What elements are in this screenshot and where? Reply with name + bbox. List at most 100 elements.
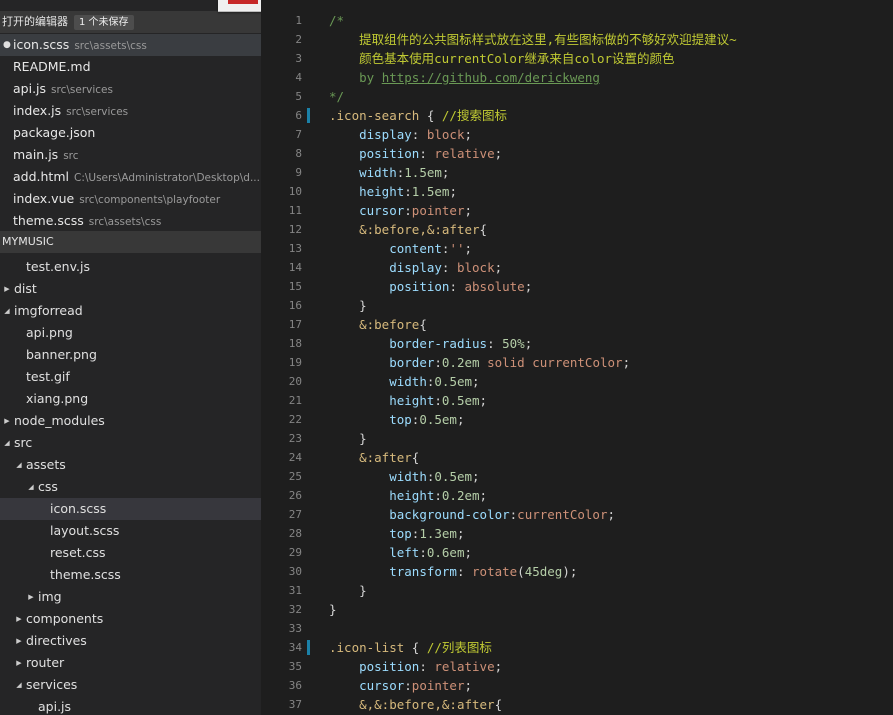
tree-item[interactable]: icon.scss [0, 498, 261, 520]
code-line[interactable]: 5 */ [261, 87, 893, 106]
code-line[interactable]: 28 top:1.3em; [261, 524, 893, 543]
code-line[interactable]: 27 background-color:currentColor; [261, 505, 893, 524]
code-text: position: relative; [329, 144, 502, 163]
line-number: 29 [288, 546, 302, 559]
open-editor-item[interactable]: index.js src\services [0, 100, 261, 122]
open-editor-item[interactable]: api.js src\services [0, 78, 261, 100]
tree-item[interactable]: ▶ dist [0, 278, 261, 300]
open-editor-item[interactable]: package.json [0, 122, 261, 144]
code-token: height [389, 393, 435, 408]
code-token: &,&:before,&:after [359, 697, 495, 712]
tree-item[interactable]: ▶ directives [0, 630, 261, 652]
code-line[interactable]: 22 top:0.5em; [261, 410, 893, 429]
close-button[interactable] [228, 0, 258, 4]
code-line[interactable]: 9 width:1.5em; [261, 163, 893, 182]
code-line[interactable]: 23 } [261, 429, 893, 448]
code-line[interactable]: 25 width:0.5em; [261, 467, 893, 486]
chevron-right-icon[interactable]: ▶ [2, 410, 12, 432]
code-token: { [494, 697, 503, 712]
code-line[interactable]: 18 border-radius: 50%; [261, 334, 893, 353]
tree-item[interactable]: test.env.js [0, 256, 261, 278]
code-line[interactable]: 4 by https://github.com/derickweng [261, 68, 893, 87]
code-line[interactable]: 3 颜色基本使用currentColor继承来自color设置的颜色 [261, 49, 893, 68]
tree-item[interactable]: ◢ assets [0, 454, 261, 476]
open-editor-item[interactable]: main.js src [0, 144, 261, 166]
open-editor-item[interactable]: ● icon.scss src\assets\css [0, 34, 261, 56]
tree-item-label: components [26, 611, 104, 626]
tree-item[interactable]: xiang.png [0, 388, 261, 410]
code-token: ; [456, 412, 465, 427]
code-line[interactable]: 6 .icon-search { //搜索图标 [261, 106, 893, 125]
code-token: absolute [464, 279, 525, 294]
code-token: 0.5em [434, 469, 473, 484]
tree-item[interactable]: test.gif [0, 366, 261, 388]
chevron-right-icon[interactable]: ▶ [26, 586, 36, 608]
tree-item[interactable]: ◢ imgforread [0, 300, 261, 322]
code-line[interactable]: 35 position: relative; [261, 657, 893, 676]
code-line[interactable]: 12 &:before,&:after{ [261, 220, 893, 239]
chevron-down-icon[interactable]: ◢ [2, 300, 12, 322]
code-line[interactable]: 13 content:''; [261, 239, 893, 258]
chevron-right-icon[interactable]: ▶ [14, 652, 24, 674]
open-editor-item[interactable]: add.html C:\Users\Administrator\Desktop\d… [0, 166, 261, 188]
code-line[interactable]: 32} [261, 600, 893, 619]
code-line[interactable]: 36 cursor:pointer; [261, 676, 893, 695]
open-editor-item[interactable]: README.md [0, 56, 261, 78]
chevron-down-icon[interactable]: ◢ [26, 476, 36, 498]
code-editor[interactable]: 1/* 2 提取组件的公共图标样式放在这里,有些图标做的不够好欢迎提建议~ 3 颜色… [261, 0, 893, 715]
code-line[interactable]: 33 [261, 619, 893, 638]
open-editor-item[interactable]: index.vue src\components\playfooter [0, 188, 261, 210]
open-editor-item[interactable]: theme.scss src\assets\css [0, 210, 261, 232]
code-line[interactable]: 37 &,&:before,&:after{ [261, 695, 893, 714]
tree-item[interactable]: ▶ components [0, 608, 261, 630]
code-line[interactable]: 29 left:0.6em; [261, 543, 893, 562]
code-text: .icon-list { //列表图标 [329, 638, 492, 657]
tree-item[interactable]: ▶ node_modules [0, 410, 261, 432]
tree-item[interactable]: api.png [0, 322, 261, 344]
code-line[interactable]: 26 height:0.2em; [261, 486, 893, 505]
chevron-right-icon[interactable]: ▶ [2, 278, 12, 300]
tree-item[interactable]: ▶ img [0, 586, 261, 608]
tree-item[interactable]: theme.scss [0, 564, 261, 586]
code-line[interactable]: 2 提取组件的公共图标样式放在这里,有些图标做的不够好欢迎提建议~ [261, 30, 893, 49]
code-line[interactable]: 31 } [261, 581, 893, 600]
code-line[interactable]: 24 &:after{ [261, 448, 893, 467]
chevron-right-icon[interactable]: ▶ [14, 630, 24, 652]
tree-item[interactable]: ◢ src [0, 432, 261, 454]
code-line[interactable]: 21 height:0.5em; [261, 391, 893, 410]
code-line[interactable]: 30 transform: rotate(45deg); [261, 562, 893, 581]
code-line[interactable]: 1 /* [261, 11, 893, 30]
chevron-down-icon[interactable]: ◢ [14, 454, 24, 476]
code-line[interactable]: 10 height:1.5em; [261, 182, 893, 201]
tree-item-label: banner.png [26, 347, 97, 362]
code-line[interactable]: 34 .icon-list { //列表图标 [261, 638, 893, 657]
tree-item[interactable]: ◢ services [0, 674, 261, 696]
code-token: width [389, 469, 427, 484]
code-line[interactable]: 16 } [261, 296, 893, 315]
code-line[interactable]: 19 border:0.2em solid currentColor; [261, 353, 893, 372]
tree-item[interactable]: ▶ router [0, 652, 261, 674]
line-number: 22 [288, 413, 302, 426]
code-line[interactable]: 14 display: block; [261, 258, 893, 277]
tree-item[interactable]: ◢ css [0, 476, 261, 498]
code-line[interactable]: 8 position: relative; [261, 144, 893, 163]
code-line[interactable]: 20 width:0.5em; [261, 372, 893, 391]
chevron-right-icon[interactable]: ▶ [14, 608, 24, 630]
tree-item[interactable]: banner.png [0, 344, 261, 366]
chevron-down-icon[interactable]: ◢ [14, 674, 24, 696]
project-header[interactable]: MYMUSIC [0, 231, 261, 253]
code-token: ; [464, 127, 473, 142]
open-editors-header[interactable]: 打开的编辑器 1 个未保存 [0, 11, 261, 33]
code-line[interactable]: 11 cursor:pointer; [261, 201, 893, 220]
tree-item[interactable]: layout.scss [0, 520, 261, 542]
code-line[interactable]: 7 display: block; [261, 125, 893, 144]
code-line[interactable]: 15 position: absolute; [261, 277, 893, 296]
code-line[interactable]: 17 &:before{ [261, 315, 893, 334]
line-number: 37 [288, 698, 302, 711]
tree-item[interactable]: api.js [0, 696, 261, 715]
chevron-down-icon[interactable]: ◢ [2, 432, 12, 454]
code-token[interactable]: https://github.com/derickweng [382, 70, 600, 85]
tree-item[interactable]: reset.css [0, 542, 261, 564]
